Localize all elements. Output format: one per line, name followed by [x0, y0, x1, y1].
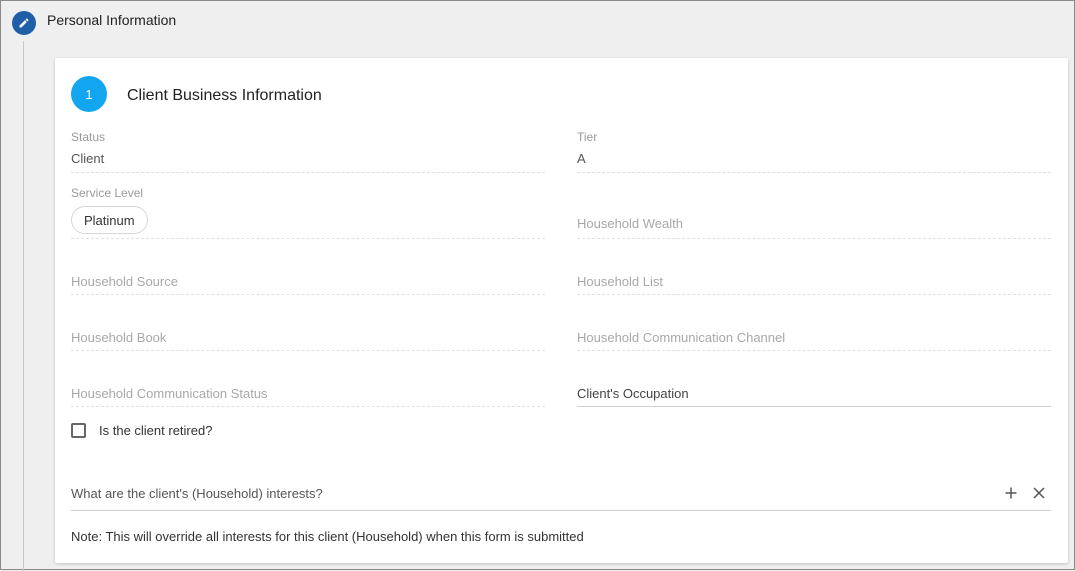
- household-book-placeholder: Household Book: [71, 330, 167, 345]
- pencil-icon[interactable]: [12, 11, 36, 35]
- page-frame: Personal Information 1 Client Business I…: [0, 0, 1075, 571]
- card-title: Client Business Information: [127, 87, 322, 104]
- household-source-placeholder: Household Source: [71, 274, 178, 289]
- close-icon[interactable]: [1030, 484, 1048, 502]
- tier-field[interactable]: Tier A: [577, 128, 1051, 173]
- section-header: Personal Information: [12, 9, 176, 37]
- household-comm-status-placeholder: Household Communication Status: [71, 386, 268, 401]
- tier-label: Tier: [577, 130, 598, 144]
- household-book-field[interactable]: Household Book: [71, 322, 545, 351]
- interests-label: What are the client's (Household) intere…: [71, 486, 323, 501]
- retired-checkbox[interactable]: [71, 423, 86, 438]
- client-business-card: 1 Client Business Information Status Cli…: [55, 58, 1068, 563]
- service-level-label: Service Level: [71, 186, 144, 200]
- household-wealth-field[interactable]: Household Wealth: [577, 208, 1051, 239]
- household-wealth-placeholder: Household Wealth: [577, 216, 683, 231]
- interests-field[interactable]: What are the client's (Household) intere…: [71, 474, 1051, 511]
- status-value: Client: [71, 151, 105, 166]
- household-source-field[interactable]: Household Source: [71, 266, 545, 295]
- client-occupation-field[interactable]: Client's Occupation: [577, 378, 1051, 407]
- retired-row: Is the client retired?: [71, 423, 212, 438]
- household-comm-status-field[interactable]: Household Communication Status: [71, 378, 545, 407]
- status-field[interactable]: Status Client: [71, 128, 545, 173]
- household-list-placeholder: Household List: [577, 274, 663, 289]
- override-note: Note: This will override all interests f…: [71, 529, 584, 544]
- section-title: Personal Information: [47, 12, 177, 28]
- tier-value: A: [577, 151, 586, 166]
- household-list-field[interactable]: Household List: [577, 266, 1051, 295]
- household-comm-channel-field[interactable]: Household Communication Channel: [577, 322, 1051, 351]
- status-label: Status: [71, 130, 106, 144]
- client-occupation-placeholder: Client's Occupation: [577, 386, 689, 401]
- retired-label: Is the client retired?: [99, 423, 213, 438]
- household-comm-channel-placeholder: Household Communication Channel: [577, 330, 786, 345]
- service-level-field: Service Level Platinum: [71, 184, 545, 239]
- timeline-line: [23, 41, 24, 571]
- service-level-chip[interactable]: Platinum: [71, 206, 148, 234]
- plus-icon[interactable]: [1002, 484, 1020, 502]
- step-number-badge: 1: [71, 76, 107, 112]
